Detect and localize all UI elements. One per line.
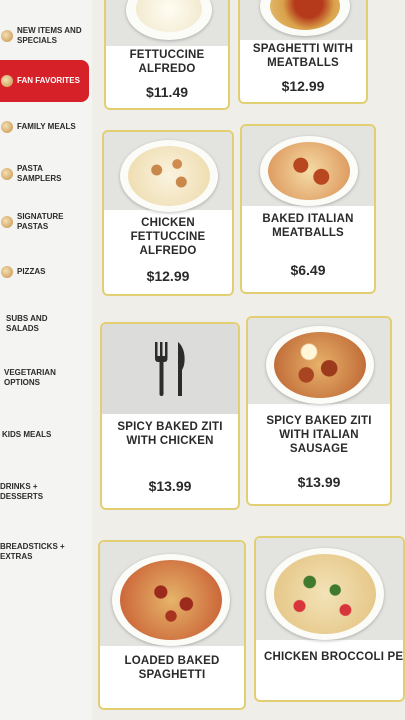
menu-item-price: $13.99 [148,478,192,494]
sidebar-item-label: DRINKS + DESSERTS [0,482,44,501]
sidebar-item-pizzas[interactable]: PIZZAS [0,258,92,286]
menu-card-fettuccine-alfredo[interactable]: FETTUCCINE ALFREDO $11.49 [104,0,230,110]
sidebar-item-label: FAMILY MEALS [17,122,76,131]
menu-item-name: SPICY BAKED ZITI WITH ITALIAN SAUSAGE [266,415,372,455]
sidebar-item-label: SUBS AND SALADS [6,314,48,333]
loaded-spaghetti-photo [100,542,244,646]
sidebar-item-new-items[interactable]: NEW ITEMS AND SPECIALS [0,18,92,54]
menu-card-spaghetti-meatballs[interactable]: SPAGHETTI WITH MEATBALLS $12.99 [238,0,368,104]
menu-item-name: CHICKEN FETTUCCINE ALFREDO [130,217,206,257]
sidebar-item-signature-pastas[interactable]: SIGNATURE PASTAS [0,204,92,240]
chicken-fettuccine-photo [104,132,232,212]
sidebar-item-label: VEGETARIAN OPTIONS [4,368,56,387]
menu-item-name: LOADED BAKED SPAGHETTI [124,655,220,681]
category-thumbnail [1,30,13,42]
sidebar-item-kids-meals[interactable]: KIDS MEALS [0,422,92,448]
fettuccine-alfredo-photo [106,0,228,46]
menu-item-name: BAKED ITALIAN MEATBALLS [262,213,354,239]
sidebar-item-drinks-desserts[interactable]: DRINKS + DESSERTS [0,474,92,510]
menu-item-name: SPAGHETTI WITH MEATBALLS [252,43,354,69]
baked-meatballs-photo [242,126,374,206]
sidebar-item-label: NEW ITEMS AND SPECIALS [17,26,82,45]
sidebar-item-breadsticks-extras[interactable]: BREADSTICKS + EXTRAS [0,534,92,570]
menu-card-chicken-fettuccine[interactable]: CHICKEN FETTUCCINE ALFREDO $12.99 [102,130,234,296]
menu-item-price: $12.99 [146,268,190,284]
sidebar-item-label: SIGNATURE PASTAS [17,212,64,231]
spaghetti-meatballs-photo [240,0,366,40]
sidebar-item-subs-salads[interactable]: SUBS AND SALADS [0,306,92,342]
category-thumbnail [1,266,13,278]
category-sidebar: NEW ITEMS AND SPECIALS FAN FAVORITES FAM… [0,0,93,720]
category-thumbnail [1,121,13,133]
menu-item-name: FETTUCCINE ALFREDO [129,49,205,75]
menu-item-name: SPICY BAKED ZITI WITH CHICKEN [117,421,223,447]
menu-item-price: $13.99 [297,474,341,490]
sidebar-item-label: PASTA SAMPLERS [17,164,62,183]
menu-card-broccoli-penne[interactable]: CHICKEN BROCCOLI PENNE [254,536,405,702]
sidebar-item-vegetarian[interactable]: VEGETARIAN OPTIONS [0,360,92,396]
menu-item-price: $12.99 [281,78,325,94]
sidebar-item-pasta-samplers[interactable]: PASTA SAMPLERS [0,156,92,192]
menu-card-ziti-chicken[interactable]: SPICY BAKED ZITI WITH CHICKEN $13.99 [100,322,240,510]
menu-card-ziti-sausage[interactable]: SPICY BAKED ZITI WITH ITALIAN SAUSAGE $1… [246,316,392,506]
sidebar-item-label: FAN FAVORITES [17,76,80,85]
menu-card-loaded-spaghetti[interactable]: LOADED BAKED SPAGHETTI [98,540,246,710]
menu-item-price: $6.49 [290,262,326,278]
sidebar-item-label: BREADSTICKS + EXTRAS [0,542,65,561]
menu-item-name: CHICKEN BROCCOLI PENNE [264,651,404,663]
sidebar-item-label: PIZZAS [17,267,46,276]
menu-grid: FETTUCCINE ALFREDO $11.49 SPAGHETTI WITH… [92,0,405,720]
category-thumbnail [1,216,13,228]
category-thumbnail [1,75,13,87]
baked-ziti-sausage-photo [248,318,390,404]
sidebar-item-fan-favorites[interactable]: FAN FAVORITES [0,60,89,102]
sidebar-item-label: KIDS MEALS [2,430,52,439]
menu-item-price: $11.49 [145,84,189,100]
menu-card-baked-meatballs[interactable]: BAKED ITALIAN MEATBALLS $6.49 [240,124,376,294]
fork-knife-icon [102,324,238,414]
category-thumbnail [1,168,13,180]
broccoli-penne-photo [256,538,403,640]
sidebar-item-family-meals[interactable]: FAMILY MEALS [0,112,92,142]
